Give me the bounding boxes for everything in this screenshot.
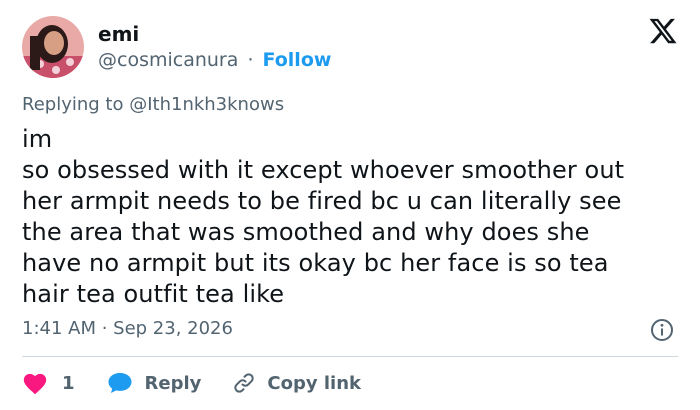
user-handle[interactable]: @cosmicanura xyxy=(98,49,238,71)
reply-button[interactable]: Reply xyxy=(107,371,202,395)
reply-label: Reply xyxy=(144,372,202,394)
avatar-image xyxy=(22,16,84,78)
x-logo-icon[interactable] xyxy=(648,16,678,46)
copy-link-label: Copy link xyxy=(267,372,361,394)
handle-row: @cosmicanura · Follow xyxy=(98,49,331,71)
like-button[interactable]: 1 xyxy=(22,371,75,395)
tweet-text: im so obsessed with it except whoever sm… xyxy=(22,125,625,308)
info-icon[interactable] xyxy=(650,318,674,342)
tweet-timestamp[interactable]: 1:41 AM · Sep 23, 2026 xyxy=(22,318,233,339)
copy-link-button[interactable]: Copy link xyxy=(231,371,361,395)
display-name[interactable]: emi xyxy=(98,22,139,46)
separator-dot: · xyxy=(247,49,254,71)
speech-bubble-icon xyxy=(108,373,132,393)
replying-to: Replying to @Ith1nkh3knows xyxy=(22,94,284,115)
link-icon xyxy=(234,373,255,393)
divider xyxy=(22,356,678,357)
action-bar: 1 Reply Copy link xyxy=(22,368,361,398)
heart-icon xyxy=(23,373,47,395)
replying-to-prefix: Replying to xyxy=(22,94,124,115)
reply-mention[interactable]: @Ith1nkh3knows xyxy=(129,94,284,115)
avatar[interactable] xyxy=(22,16,84,78)
tweet-card: emi @cosmicanura · Follow Replying to @I… xyxy=(0,0,700,410)
follow-button[interactable]: Follow xyxy=(263,49,332,71)
like-count: 1 xyxy=(62,372,75,394)
